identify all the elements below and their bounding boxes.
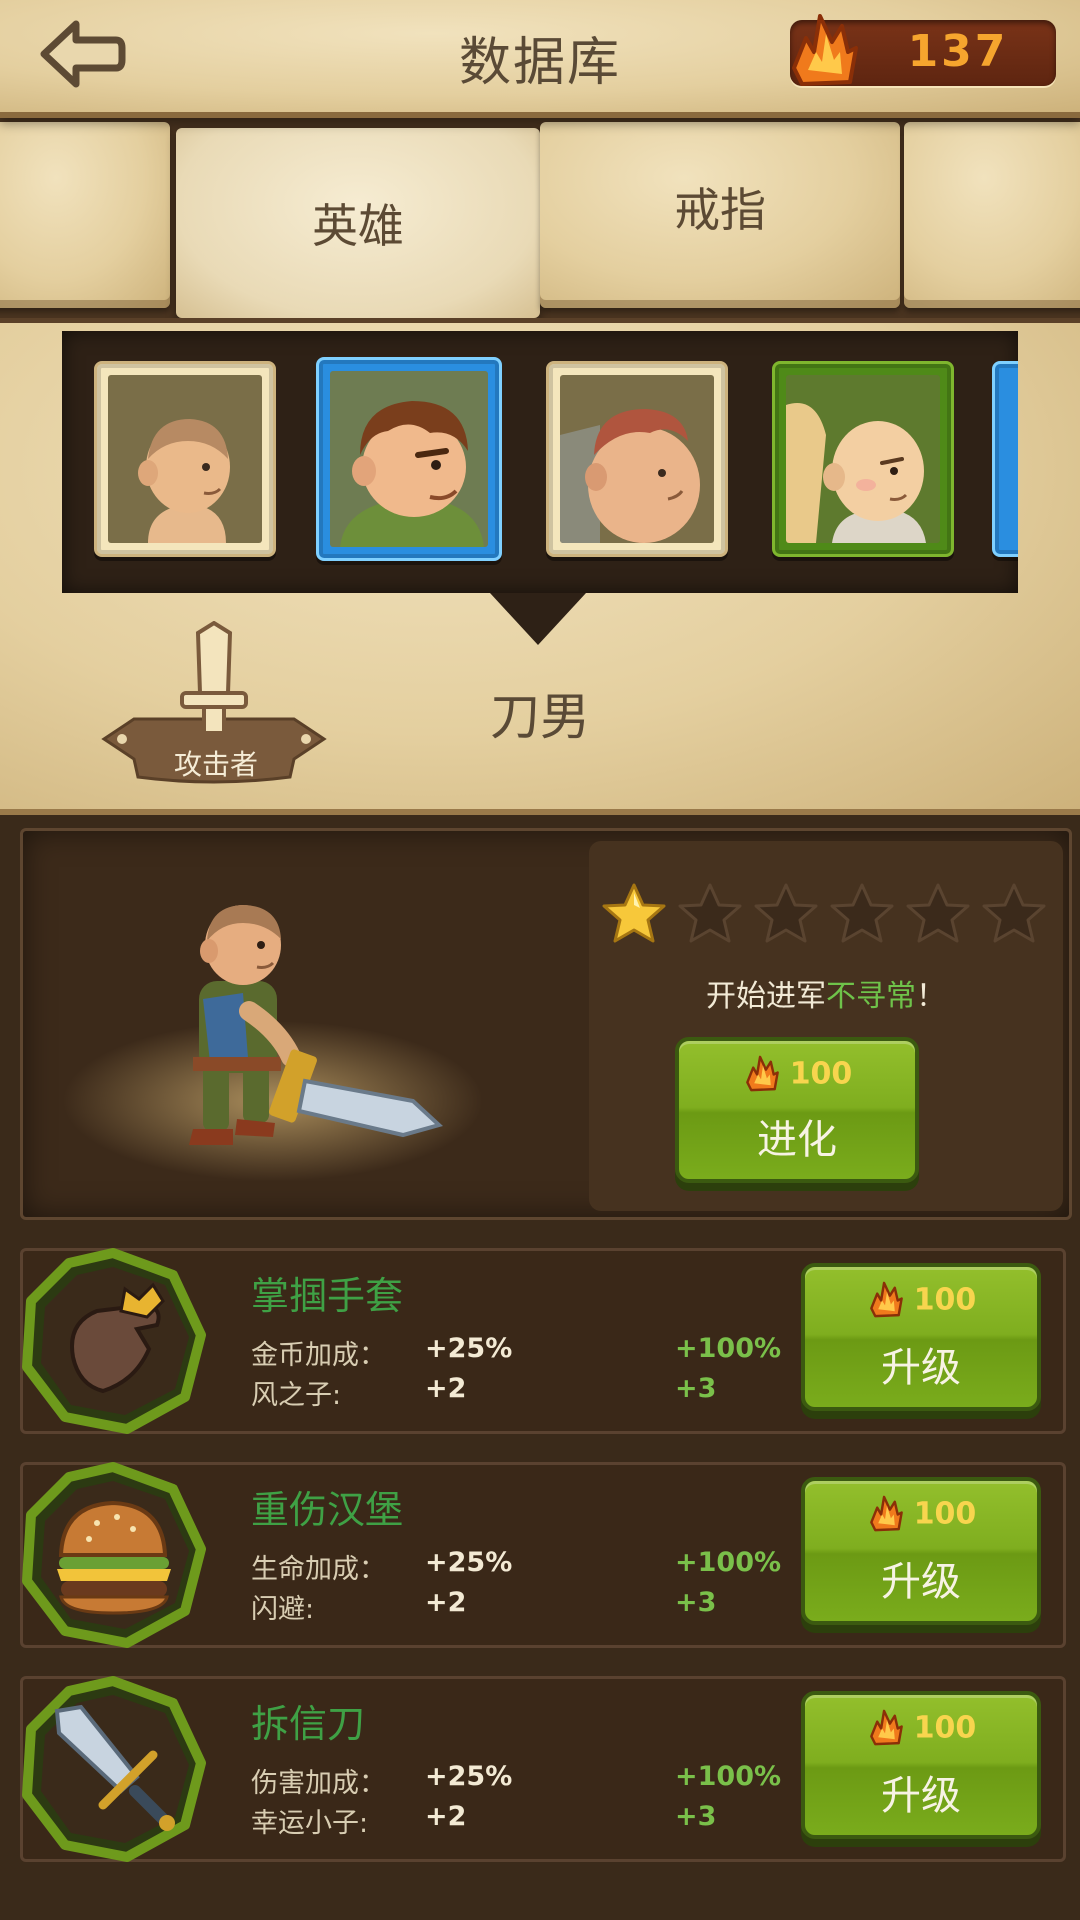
crystal-counter: 137 (790, 14, 1056, 86)
stat-max: +100% (675, 1333, 782, 1364)
burger-icon (22, 1462, 206, 1648)
evolve-cost: 100 (789, 1056, 853, 1092)
star-icon (678, 883, 742, 943)
item-row-burger: 重伤汉堡 生命加成： +25% +100% 闪避: +2 +3 100 升级 (20, 1462, 1066, 1648)
stat-label: 伤害加成： (251, 1768, 386, 1799)
crystal-icon (792, 14, 858, 86)
star-icon (830, 883, 894, 943)
hero-sprite (63, 905, 483, 1181)
portrait-image (330, 371, 488, 547)
upgrade-button-burger[interactable]: 100 升级 (801, 1477, 1041, 1625)
star-icon (906, 883, 970, 943)
star-icon (754, 883, 818, 943)
item-name: 掌掴手套 (251, 1274, 404, 1318)
stat-label: 生命加成： (251, 1554, 386, 1585)
evolve-price: 100 (679, 1053, 915, 1103)
stat-current: +25% (425, 1761, 513, 1792)
hero-portrait-chubby[interactable] (546, 361, 728, 557)
item-name: 拆信刀 (251, 1702, 366, 1746)
stat-current: +25% (425, 1333, 513, 1364)
stat-max: +3 (675, 1587, 717, 1618)
selection-pointer (490, 593, 586, 645)
upgrade-button-glove[interactable]: 100 升级 (801, 1263, 1041, 1411)
tab-next[interactable] (904, 122, 1080, 308)
stat-label: 金币加成： (251, 1340, 386, 1371)
crystal-count: 137 (907, 26, 1009, 77)
tab-previous[interactable] (0, 122, 170, 308)
crystal-icon (745, 1055, 779, 1092)
tab-heroes[interactable]: 英雄 (176, 128, 540, 318)
top-bar: 数据库 137 (0, 0, 1080, 118)
hero-detail-stage: 开始进军不寻常！ 100 进化 (20, 828, 1072, 1220)
star-icon (982, 883, 1046, 943)
item-row-glove: 掌掴手套 金币加成： +25% +100% 风之子: +2 +3 100 升级 (20, 1248, 1066, 1434)
item-row-dagger: 拆信刀 伤害加成： +25% +100% 幸运小子: +2 +3 100 升级 (20, 1676, 1066, 1862)
item-name: 重伤汉堡 (251, 1488, 404, 1532)
portrait-image (560, 375, 714, 543)
upgrade-cost: 100 (913, 1496, 977, 1532)
category-tabs: 英雄 戒指 (0, 112, 1080, 318)
stat-current: +2 (425, 1373, 467, 1404)
upgrade-price: 100 (805, 1279, 1037, 1329)
crystal-icon (869, 1709, 903, 1746)
upgrade-cost: 100 (913, 1282, 977, 1318)
hero-portrait-monk[interactable] (772, 361, 954, 557)
stat-max: +100% (675, 1761, 782, 1792)
upgrade-price: 100 (805, 1707, 1037, 1757)
crystal-icon (869, 1495, 903, 1532)
hero-portrait-strip[interactable] (62, 331, 1018, 593)
upgrade-cost: 100 (913, 1710, 977, 1746)
evolve-button-label: 进化 (757, 1117, 837, 1163)
stat-label: 风之子: (251, 1380, 342, 1411)
hero-panel: 攻击者 刀男 (0, 318, 1080, 815)
stat-label: 闪避: (251, 1594, 315, 1625)
portrait-image (108, 375, 262, 543)
stat-max: +100% (675, 1547, 782, 1578)
upgrade-button-dagger[interactable]: 100 升级 (801, 1691, 1041, 1839)
stat-current: +2 (425, 1587, 467, 1618)
hero-name: 刀男 (490, 688, 590, 746)
evolve-card: 开始进军不寻常！ 100 进化 (589, 841, 1063, 1211)
stat-max: +3 (675, 1373, 717, 1404)
dagger-icon (22, 1676, 206, 1862)
evolve-button[interactable]: 100 进化 (675, 1037, 919, 1183)
crystal-icon (869, 1281, 903, 1318)
hero-portrait-selected[interactable] (316, 357, 502, 561)
hero-portrait-next[interactable] (992, 361, 1018, 557)
tab-rings[interactable]: 戒指 (540, 122, 900, 308)
stat-current: +25% (425, 1547, 513, 1578)
upgrade-button-label: 升级 (881, 1773, 961, 1819)
evolve-message-suffix: ！ (916, 979, 946, 1014)
upgrade-button-label: 升级 (881, 1559, 961, 1605)
portrait-image (786, 375, 940, 543)
evolve-message-highlight: 不寻常 (826, 979, 916, 1014)
stat-current: +2 (425, 1801, 467, 1832)
hero-portrait-bald[interactable] (94, 361, 276, 557)
stat-label: 幸运小子: (251, 1808, 369, 1839)
glove-icon (22, 1248, 206, 1434)
star-icon-filled (602, 883, 666, 943)
stat-max: +3 (675, 1801, 717, 1832)
tab-label: 英雄 (312, 199, 404, 253)
evolve-message: 开始进军不寻常！ (589, 971, 1063, 1015)
upgrade-price: 100 (805, 1493, 1037, 1543)
evolve-message-prefix: 开始进军 (706, 979, 826, 1014)
tab-label: 戒指 (674, 183, 766, 237)
upgrade-button-label: 升级 (881, 1345, 961, 1391)
hero-class-label: 攻击者 (173, 748, 258, 781)
portrait-frame (992, 361, 1018, 557)
